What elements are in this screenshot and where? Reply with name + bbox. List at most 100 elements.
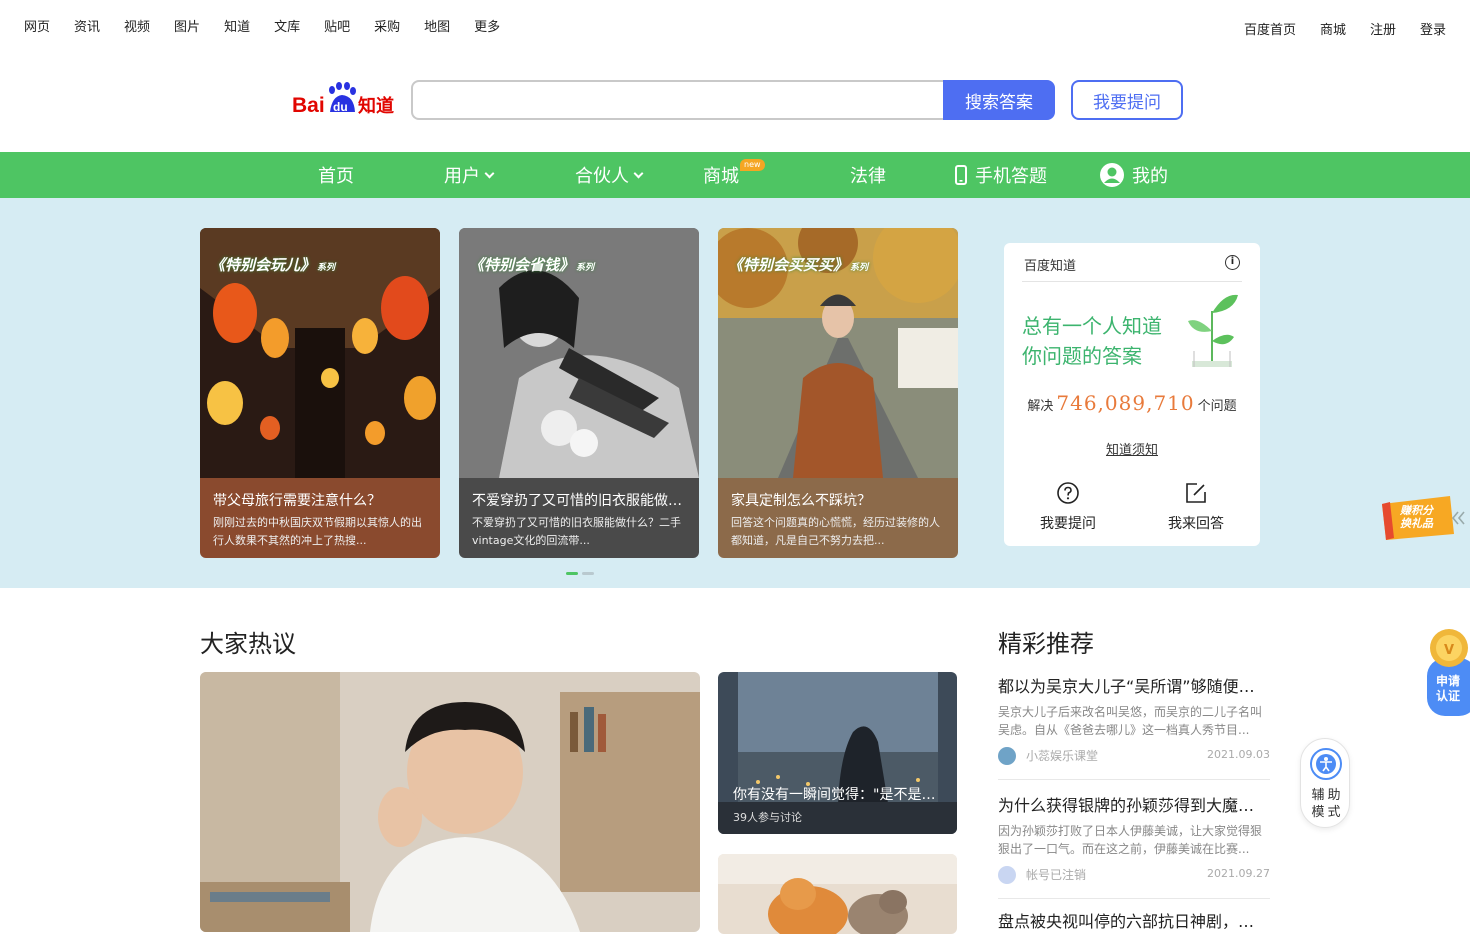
- series-title: 《特别会玩儿》 系列: [210, 256, 336, 274]
- hot-feature-image[interactable]: [200, 672, 700, 932]
- panel-answer-label: 我来回答: [1168, 516, 1224, 532]
- hot-topic-card[interactable]: [718, 854, 957, 934]
- recommend-section-title: 精彩推荐: [998, 630, 1094, 658]
- solved-prefix: 解决: [1027, 399, 1054, 414]
- nav-partner[interactable]: 合伙人: [575, 152, 644, 198]
- nav-partner-label: 合伙人: [575, 166, 629, 187]
- boy-studying-image: [200, 672, 700, 932]
- top-link-more[interactable]: 更多: [474, 16, 500, 35]
- carousel-indicator: [566, 572, 594, 575]
- banner-card-desc: 刚刚过去的中秋国庆双节假期以其惊人的出行人数果不其然的冲上了热搜...: [213, 516, 422, 547]
- search-input[interactable]: [411, 80, 944, 120]
- panel-ask-button[interactable]: 我要提问: [1018, 481, 1118, 533]
- nav-user-label: 用户: [444, 166, 480, 187]
- panel-answer-button[interactable]: 我来回答: [1146, 481, 1246, 533]
- recommend-item-meta: 帐号已注销 2021.09.27: [998, 864, 1270, 884]
- banner-card-caption: 家具定制怎么不踩坑？ 回答这个问题真的心慌慌，经历过装修的人都知道，凡是自己不努…: [718, 478, 958, 558]
- recommend-item-desc: 吴京大儿子后来改名叫吴悠，而吴京的二儿子名叫吴虑。自从《爸爸去哪儿》这一档真人秀…: [998, 705, 1263, 737]
- edit-icon: [1186, 483, 1206, 503]
- top-link-baidu-home[interactable]: 百度首页: [1244, 19, 1296, 38]
- top-link-bar: 网页 资讯 视频 图片 知道 文库 贴吧 采购 地图 更多 百度首页 商城 注册…: [0, 0, 1470, 50]
- nav-law[interactable]: 法律: [850, 152, 886, 198]
- assist-mode-button[interactable]: 辅助 模式: [1300, 738, 1350, 828]
- earn-points-widget[interactable]: 赚积分 换礼品: [1380, 494, 1470, 544]
- top-link-image[interactable]: 图片: [174, 16, 200, 35]
- svg-text:赚积分: 赚积分: [1399, 504, 1435, 517]
- logo-du-text: du: [333, 100, 348, 114]
- banner-card-title: 带父母旅行需要注意什么？: [213, 493, 381, 509]
- slogan-line-1: 总有一个人知道: [1022, 314, 1162, 338]
- svg-text:认证: 认证: [1436, 688, 1460, 703]
- top-link-web[interactable]: 网页: [24, 16, 50, 35]
- hot-topic-card[interactable]: 你有没有一瞬间觉得："是不是长大了就不快乐了" 39人参与讨论: [718, 672, 957, 834]
- zhidao-info-panel: 百度知道 i 总有一个人知道 你问题的答案 解决 746,089,710 个问题 知…: [1004, 243, 1260, 546]
- carousel-dot[interactable]: [582, 572, 594, 575]
- recommend-item-meta: 小蕊娱乐课堂 2021.09.03: [998, 745, 1270, 765]
- top-link-register[interactable]: 注册: [1370, 19, 1396, 38]
- logo-zhidao-text: 知道: [358, 95, 394, 117]
- nav-law-label: 法律: [850, 166, 886, 187]
- solved-suffix: 个问题: [1197, 399, 1237, 414]
- top-link-wenku[interactable]: 文库: [274, 16, 300, 35]
- banner-card-title: 不爱穿扔了又可惜的旧衣服能做什么？: [472, 493, 686, 509]
- series-title: 《特别会省钱》 系列: [469, 256, 595, 274]
- banner-card[interactable]: 《特别会玩儿》 系列 带父母旅行需要注意什么？ 刚刚过去的中秋国庆双节假期以其惊人…: [200, 228, 440, 558]
- info-icon[interactable]: i: [1225, 255, 1240, 270]
- hot-section-title: 大家热议: [200, 630, 296, 658]
- panel-slogan: 总有一个人知道 你问题的答案: [1022, 311, 1162, 371]
- nav-mall-label: 商城: [703, 166, 739, 187]
- solved-count: 解决 746,089,710 个问题: [1004, 391, 1260, 415]
- assist-mode-label: 辅助 模式: [1311, 788, 1344, 820]
- nav-mobile-answer[interactable]: 手机答题: [954, 152, 1047, 198]
- series-title: 《特别会买买买》 系列: [728, 256, 869, 274]
- recommend-item[interactable]: 盘点被央视叫停的六部抗日神剧，每一部都: [998, 908, 1270, 932]
- apply-certification-widget[interactable]: V 申请 认证: [1427, 628, 1470, 718]
- top-link-map[interactable]: 地图: [424, 16, 450, 35]
- top-link-mall[interactable]: 商城: [1320, 19, 1346, 38]
- nav-home-label: 首页: [318, 166, 354, 187]
- baidu-zhidao-logo[interactable]: Bai du 知道: [292, 82, 398, 118]
- nav-home[interactable]: 首页: [318, 152, 354, 198]
- nav-mobile-label: 手机答题: [975, 166, 1047, 187]
- banner-card-title: 家具定制怎么不踩坑？: [731, 493, 871, 509]
- recommend-item-title[interactable]: 盘点被央视叫停的六部抗日神剧，每一部都: [998, 908, 1270, 932]
- divider: [998, 898, 1270, 899]
- top-left-links: 网页 资讯 视频 图片 知道 文库 贴吧 采购 地图 更多: [24, 16, 524, 35]
- hot-topic-participants: 39人参与讨论: [733, 811, 802, 824]
- panel-divider: [1022, 281, 1242, 282]
- author-avatar: [998, 747, 1016, 765]
- recommend-item[interactable]: 为什么获得银牌的孙颖莎得到大魔王的拥抱 因为孙颖莎打败了日本人伊藤美诚，让大家觉…: [998, 792, 1270, 899]
- post-date: 2021.09.03: [1207, 748, 1270, 761]
- banner-card[interactable]: 《特别会买买买》 系列 家具定制怎么不踩坑？ 回答这个问题真的心慌慌，经历过装修的…: [718, 228, 958, 558]
- author-name: 小蕊娱乐课堂: [1026, 749, 1099, 763]
- divider: [998, 779, 1270, 780]
- main-nav: 首页 用户 合伙人 商城 new 法律 手机答题 我的: [0, 152, 1470, 198]
- svg-text:申请: 申请: [1436, 673, 1460, 688]
- top-link-video[interactable]: 视频: [124, 16, 150, 35]
- banner-card[interactable]: 《特别会省钱》系列 不爱穿扔了又可惜的旧衣服能做什么？ 不爱穿扔了又可惜的旧衣服…: [459, 228, 699, 558]
- top-link-tieba[interactable]: 贴吧: [324, 16, 350, 35]
- banner-card-desc: 回答这个问题真的心慌慌，经历过装修的人都知道，凡是自己不努力去把...: [731, 516, 940, 547]
- banner-card-caption: 不爱穿扔了又可惜的旧衣服能做什么？ 不爱穿扔了又可惜的旧衣服能做什么？二手vin…: [459, 478, 699, 558]
- top-link-zhidao[interactable]: 知道: [224, 16, 250, 35]
- recommend-item-title[interactable]: 都以为吴京大儿子“吴所谓”够随便，没想到二儿子: [998, 673, 1270, 697]
- gift-badge-icon: 赚积分 换礼品: [1382, 496, 1465, 540]
- nav-mine[interactable]: 我的: [1099, 152, 1168, 198]
- recommend-item[interactable]: 都以为吴京大儿子“吴所谓”够随便，没想到二儿子 吴京大儿子后来改名叫吴悠，而吴京…: [998, 673, 1270, 780]
- phone-icon: [955, 165, 967, 185]
- zhidao-rules-link[interactable]: 知道须知: [1004, 439, 1260, 458]
- recommend-item-title[interactable]: 为什么获得银牌的孙颖莎得到大魔王的拥抱: [998, 792, 1270, 816]
- panel-header: 百度知道: [1024, 259, 1077, 274]
- top-link-purchase[interactable]: 采购: [374, 16, 400, 35]
- feature-banner: 《特别会玩儿》 系列 带父母旅行需要注意什么？ 刚刚过去的中秋国庆双节假期以其惊人…: [0, 198, 1470, 588]
- carousel-dot-active[interactable]: [566, 572, 578, 575]
- panel-ask-label: 我要提问: [1040, 516, 1096, 532]
- chevron-down-icon: [484, 168, 495, 178]
- search-answer-button[interactable]: 搜索答案: [943, 80, 1055, 120]
- ask-question-button[interactable]: 我要提问: [1071, 80, 1183, 120]
- nav-mall[interactable]: 商城 new: [703, 152, 765, 198]
- nav-user[interactable]: 用户: [444, 152, 495, 198]
- top-link-news[interactable]: 资讯: [74, 16, 100, 35]
- top-link-login[interactable]: 登录: [1420, 19, 1446, 38]
- solved-number: 746,089,710: [1056, 391, 1195, 415]
